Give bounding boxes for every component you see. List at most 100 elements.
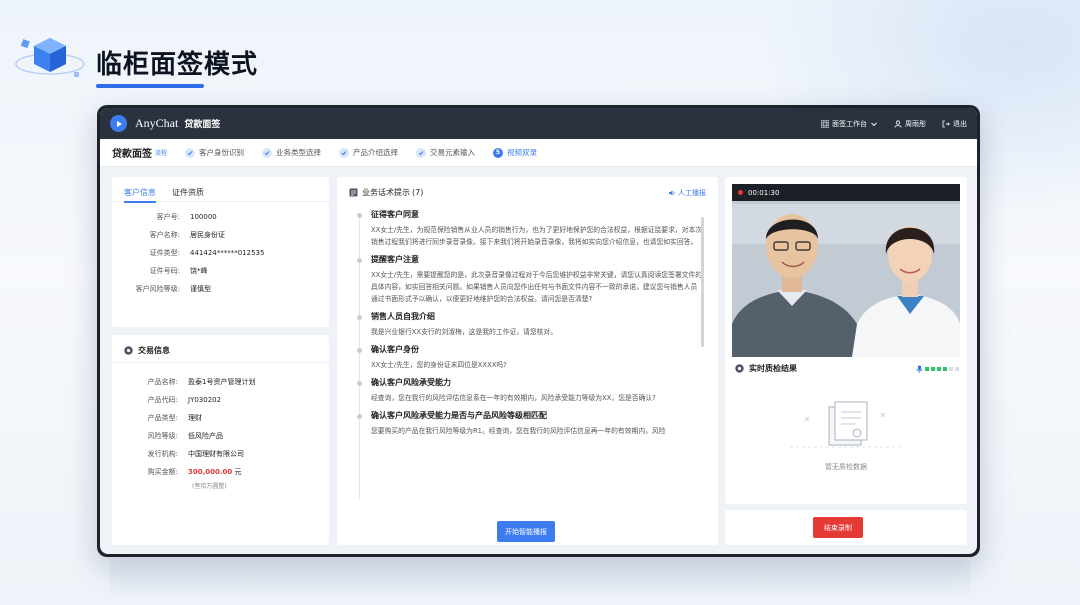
amount-unit: 元 [234, 468, 242, 476]
step-label: 客户身份识别 [199, 148, 245, 157]
script-item-body: 您要购买的产品在我行风险等级为R1。经查询，您在我行的风险评估信息再一年的有效期… [371, 427, 666, 435]
level-bar [943, 366, 947, 371]
device-reflection [110, 560, 970, 600]
step-bar-title: 贷款面签 [112, 149, 152, 160]
field-label: 客户号: [156, 213, 180, 221]
script-list[interactable]: 征得客户同意 XX女士/先生，为规范保险销售从业人员的销售行为，也为了更好地保护您… [355, 209, 704, 499]
user-menu[interactable]: 周雨彤 [894, 119, 926, 129]
script-count: (7) [412, 188, 424, 197]
field-label: 发行机构: [147, 450, 178, 458]
video-feed: 00:01:30 [732, 184, 960, 357]
tab-certificate[interactable]: 证件资质 [172, 187, 204, 202]
field-value: 100000 [190, 213, 217, 221]
amount-label: 购买金额: [147, 468, 178, 476]
tab-customer-info[interactable]: 客户信息 [124, 187, 156, 203]
script-panel: 业务话术提示 (7) 人工播报 征得客户同意 XX女士/先生，为规范保险销售从业人… [337, 177, 718, 545]
script-scrollbar[interactable] [701, 217, 704, 347]
recording-timer: 00:01:30 [748, 188, 780, 197]
step-label: 视频双录 [507, 148, 538, 157]
level-bar [955, 366, 959, 371]
chevron-down-icon [871, 122, 877, 126]
user-name: 周雨彤 [905, 119, 926, 128]
end-recording-button[interactable]: 结束录制 [813, 517, 863, 538]
script-item: 确认客户风险承受能力经查询，您在我行的风险评估信息系在一年的有效期内，风险承受能… [357, 377, 704, 404]
level-bar [931, 366, 935, 371]
script-item-body: XX女士/先生，您的身份证末四位是XXXX吗? [371, 361, 507, 369]
step-business-type[interactable]: 业务类型选择 [262, 147, 321, 158]
step-customer-id[interactable]: 客户身份识别 [185, 147, 244, 158]
recording-dot-icon [738, 190, 743, 195]
page-title: 临柜面签模式 [96, 50, 259, 80]
user-icon [894, 119, 902, 128]
field-label: 客户风险等级: [135, 285, 180, 293]
script-item-body: 经查询，您在我行的风险评估信息系在一年的有效期内，风险承受能力等级为XX，您是否… [371, 394, 656, 402]
title-underline [96, 84, 204, 88]
field-row: 风险等级: 低风险产品 [120, 427, 329, 445]
script-item-body: XX女士/先生，为规范保险销售从业人员的销售行为，也为了更好地保护您的合法权益，… [371, 226, 703, 246]
script-title: 业务话术提示 [362, 188, 410, 197]
cube-logo-icon [15, 38, 85, 77]
logout-button[interactable]: 退出 [942, 119, 967, 129]
logout-label: 退出 [953, 119, 967, 128]
microphone-icon [916, 365, 923, 373]
grid-icon [821, 119, 829, 128]
level-bar [925, 366, 929, 371]
document-icon [349, 188, 358, 197]
video-panel: 00:01:30 实时质检结果 暂无质检数据 [725, 177, 967, 504]
mic-level [916, 365, 959, 373]
field-value: 盈泰1号资产管理计划 [188, 378, 256, 386]
step-number: 5 [493, 147, 504, 158]
amount-value: 300,000.00 [188, 468, 233, 476]
check-icon [185, 147, 196, 158]
trade-title: 交易信息 [138, 346, 170, 355]
step-trade-input[interactable]: 交易元素输入 [416, 147, 475, 158]
script-item-title: 确认客户风险承受能力是否与产品风险等级相匹配 [371, 411, 547, 420]
field-row: 产品名称: 盈泰1号资产管理计划 [120, 373, 329, 391]
check-icon [339, 147, 350, 158]
field-label: 客户名称: [149, 231, 180, 239]
step-bar: 贷款面签 流程 客户身份识别 业务类型选择 产品介绍选择 交易元素输入 5 视频… [100, 139, 977, 167]
field-label: 产品类型: [147, 414, 178, 422]
manual-broadcast-button[interactable]: 人工播报 [668, 188, 706, 198]
qc-title: 实时质检结果 [749, 364, 797, 373]
step-video-record[interactable]: 5 视频双录 [493, 147, 537, 158]
app-screen: AnyChat 贷款面签 面签工作台 周雨彤 退出 贷款面签 流程 客户身份识别… [100, 108, 977, 554]
step-label: 业务类型选择 [276, 148, 322, 157]
recording-bar: 00:01:30 [732, 184, 960, 201]
field-label: 风险等级: [147, 432, 178, 440]
trade-info-panel: 交易信息 产品名称: 盈泰1号资产管理计划 产品代码: JY030202 产品类型:… [112, 335, 329, 545]
anychat-logo-icon [110, 115, 127, 132]
workspace-label: 面签工作台 [832, 119, 867, 128]
step-label: 产品介绍选择 [353, 148, 399, 157]
level-bar [937, 366, 941, 371]
brand-name: AnyChat [135, 116, 179, 130]
field-row: 客户名称: 居民身份证 [120, 226, 329, 244]
workspace-menu[interactable]: 面签工作台 [821, 119, 878, 129]
amount-row: 购买金额: 300,000.00 元 [120, 463, 329, 481]
field-value: 饶*峰 [190, 267, 208, 275]
speaker-icon [669, 190, 675, 195]
script-item-body: XX女士/先生，需要提醒您的是，此次录音录像过程对于今后您维护权益非常关键，请您… [371, 271, 703, 303]
script-item-title: 确认客户风险承受能力 [371, 378, 451, 387]
field-label: 证件类型: [149, 249, 180, 257]
field-value: 中国理财有限公司 [188, 450, 244, 458]
field-row: 产品代码: JY030202 [120, 391, 329, 409]
field-value: 谨慎型 [190, 285, 211, 293]
field-row: 证件号码: 饶*峰 [120, 262, 329, 280]
field-label: 产品代码: [147, 396, 178, 404]
customer-info-panel: 客户信息 证件资质 客户号: 100000 客户名称: 居民身份证 证件类型: 441… [112, 177, 329, 327]
script-item: 提醒客户注意 XX女士/先生，需要提醒您的是，此次录音录像过程对于今后您维护权益非… [357, 254, 704, 305]
check-icon [416, 147, 427, 158]
script-item-title: 确认客户身份 [371, 345, 419, 354]
script-item-body: 我是兴业银行XX支行的刘淑梅，这是我的工作证，请您核对。 [371, 328, 558, 336]
script-item: 征得客户同意 XX女士/先生，为规范保险销售从业人员的销售行为，也为了更好地保护您… [357, 209, 704, 248]
step-label: 交易元素输入 [430, 148, 476, 157]
field-value: JY030202 [188, 396, 222, 404]
step-product-intro[interactable]: 产品介绍选择 [339, 147, 398, 158]
field-value: 低风险产品 [188, 432, 223, 440]
laptop-frame: AnyChat 贷款面签 面签工作台 周雨彤 退出 贷款面签 流程 客户身份识别… [97, 105, 980, 557]
empty-data-illustration-icon [790, 401, 900, 448]
start-broadcast-button[interactable]: 开始智能播报 [497, 521, 555, 542]
script-item: 确认客户风险承受能力是否与产品风险等级相匹配您要购买的产品在我行风险等级为R1。… [357, 410, 704, 437]
script-item: 确认客户身份 XX女士/先生，您的身份证末四位是XXXX吗? [357, 344, 704, 371]
